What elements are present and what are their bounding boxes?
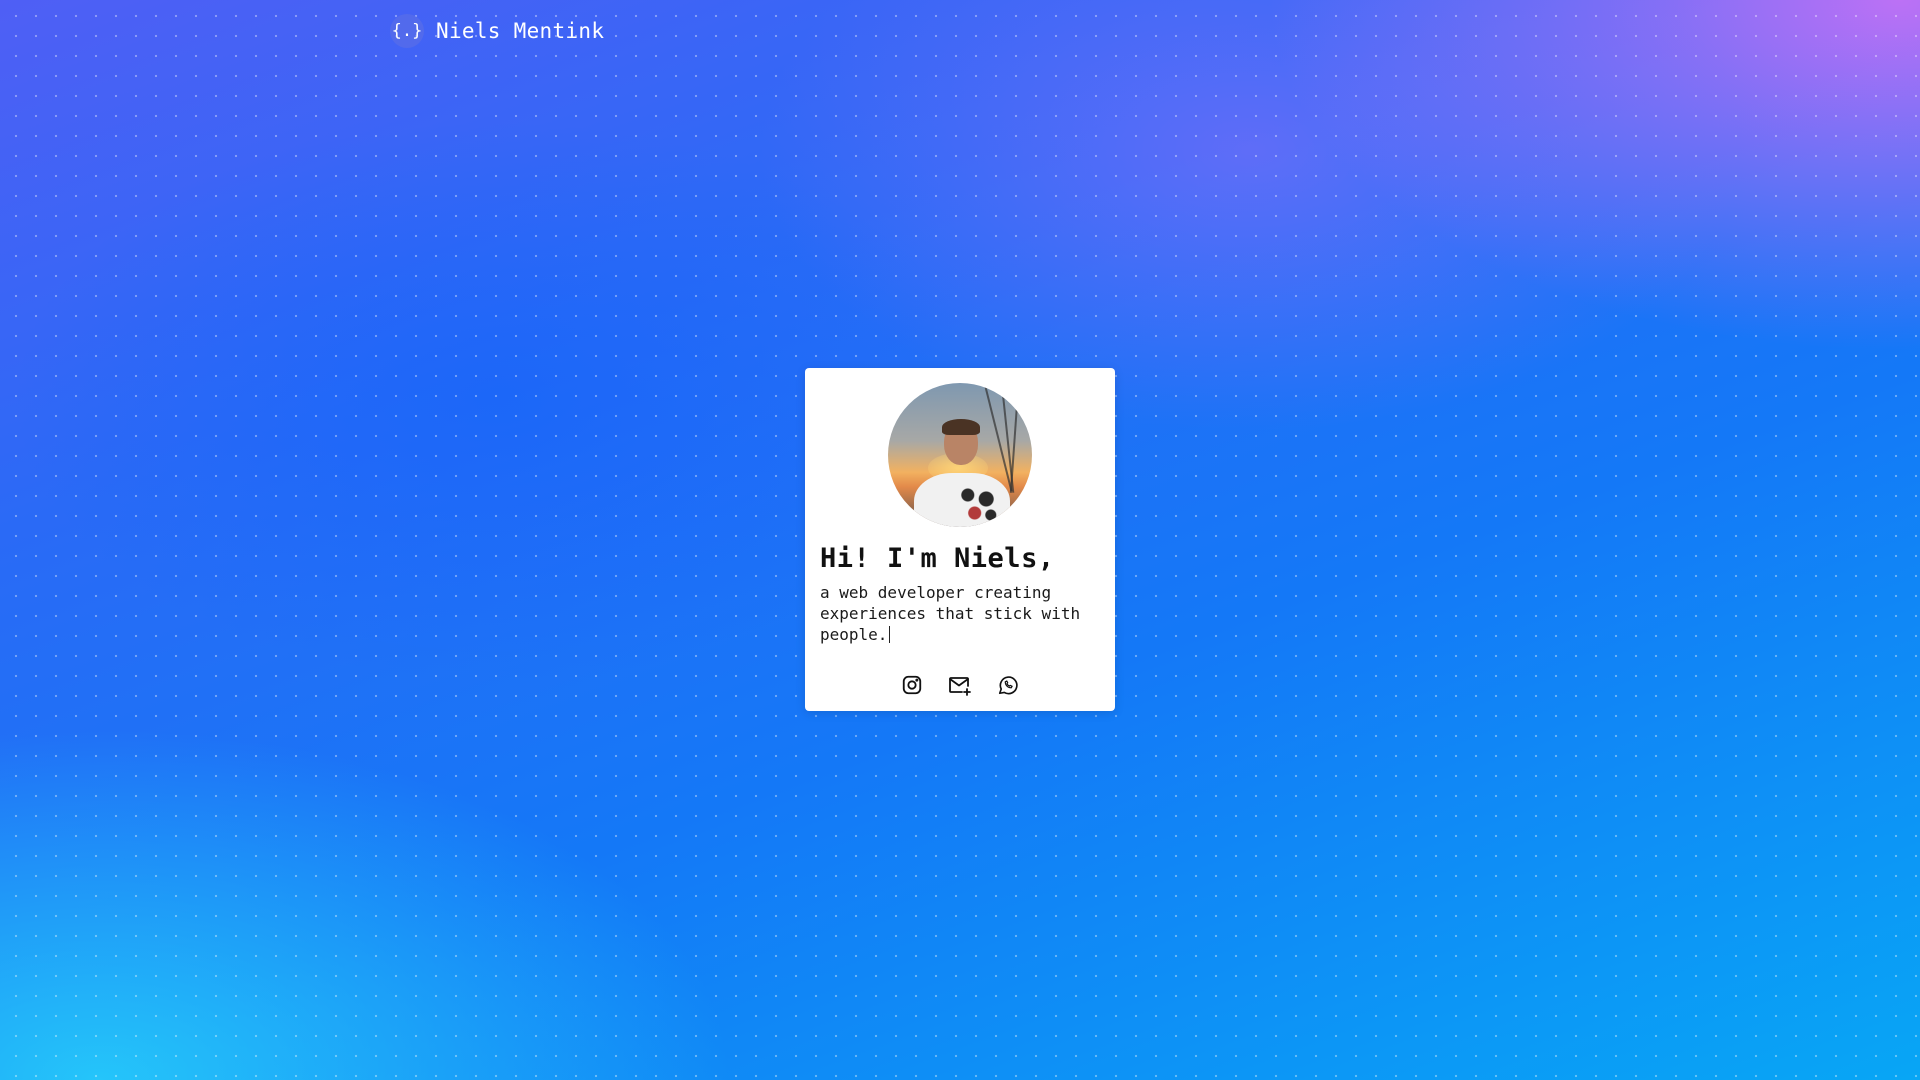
greeting-heading: Hi! I'm Niels, — [820, 543, 1055, 574]
whatsapp-icon — [998, 676, 1018, 695]
instagram-link[interactable] — [900, 673, 924, 697]
whatsapp-link[interactable] — [996, 673, 1020, 697]
instagram-icon — [902, 675, 922, 695]
intro-text-content: a web developer creating experiences tha… — [820, 583, 1081, 644]
avatar-shirt-pattern — [954, 483, 1000, 523]
avatar — [888, 383, 1032, 527]
site-name[interactable]: Niels Mentink — [436, 19, 604, 43]
profile-card: Hi! I'm Niels, a web developer creating … — [805, 368, 1115, 711]
site-header: {.} Niels Mentink — [390, 14, 604, 48]
mail-plus-icon — [949, 677, 971, 696]
avatar-rope — [1009, 383, 1021, 493]
email-link[interactable] — [948, 673, 972, 697]
typing-cursor — [889, 626, 891, 643]
logo-icon[interactable]: {.} — [390, 14, 424, 48]
avatar-hair — [942, 419, 980, 435]
social-links — [805, 673, 1115, 697]
intro-text: a web developer creating experiences tha… — [820, 582, 1100, 645]
